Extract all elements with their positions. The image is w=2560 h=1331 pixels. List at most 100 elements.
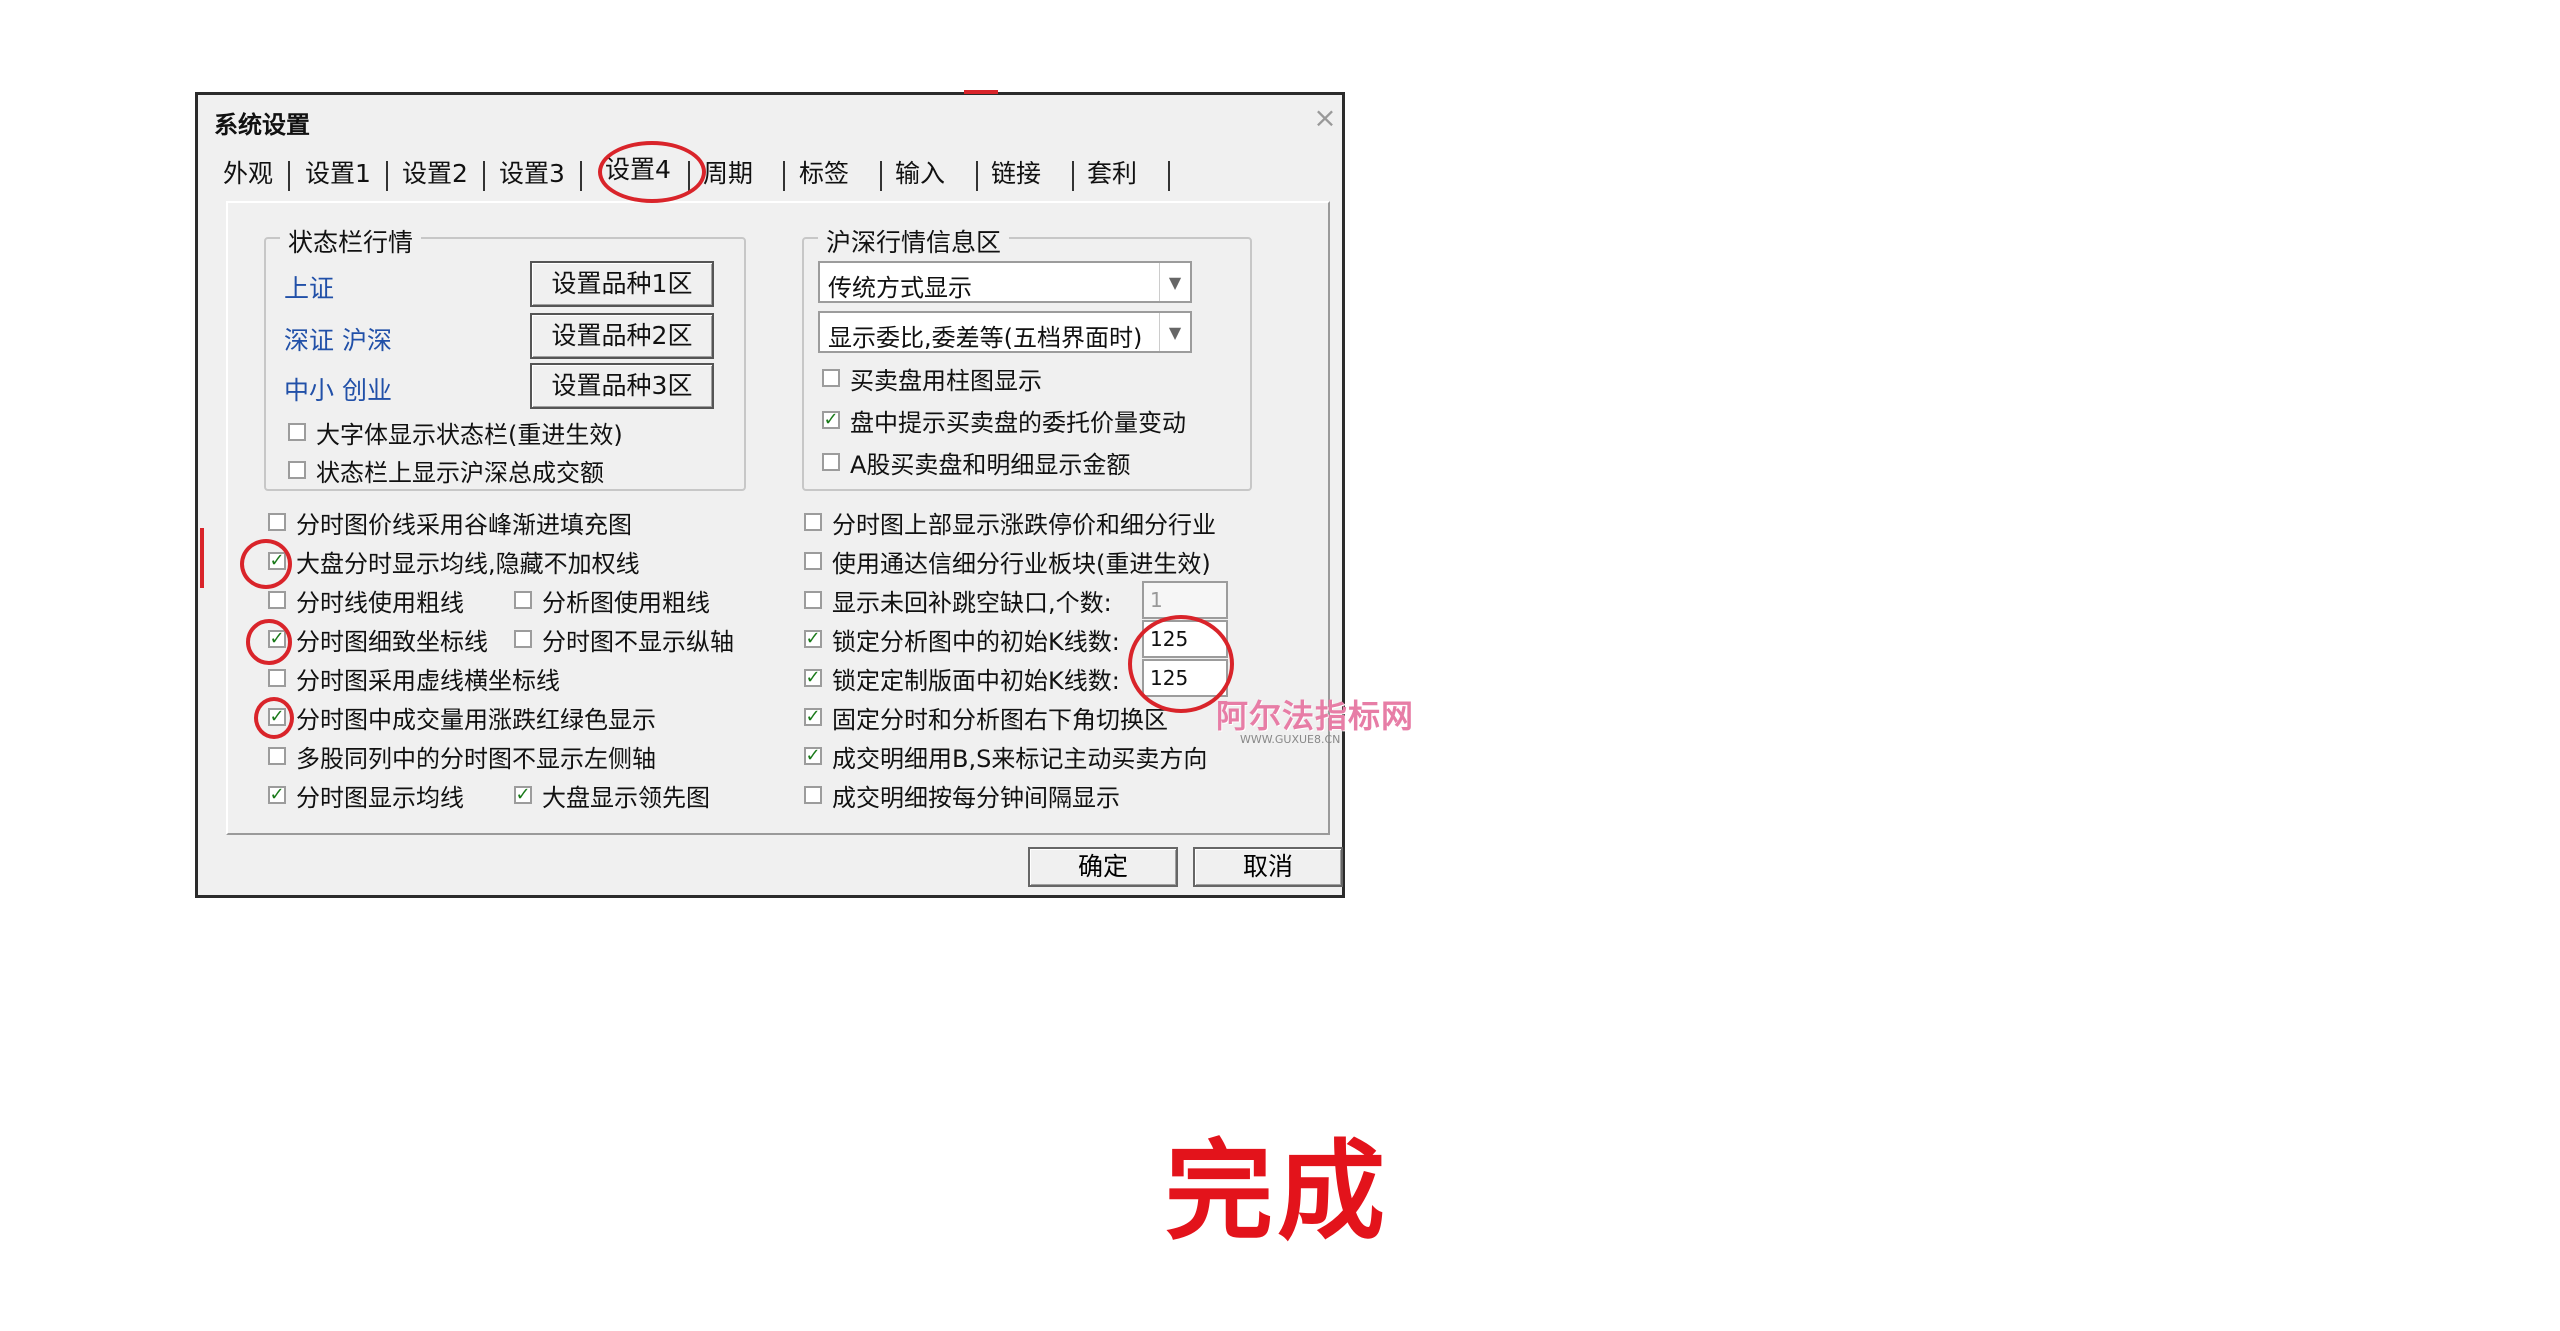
checkbox-checked[interactable]: ✓ bbox=[804, 630, 822, 648]
tab-arbitrage[interactable]: 套利 bbox=[1082, 155, 1142, 193]
tab-panel: 状态栏行情 上证 设置品种1区 深证 沪深 设置品种2区 中小 创业 设置品种3… bbox=[226, 201, 1413, 835]
gap-count-option[interactable]: 显示未回补跳空缺口,个数: bbox=[804, 585, 1112, 617]
tab-separator bbox=[386, 161, 388, 191]
show-avg-line-option[interactable]: ✓ 分时图显示均线 bbox=[268, 780, 464, 812]
checkbox[interactable] bbox=[268, 747, 286, 765]
checkbox-checked[interactable]: ✓ bbox=[804, 708, 822, 726]
option-label: 大盘分时显示均线,隐藏不加权线 bbox=[296, 549, 640, 578]
fine-gridline-option[interactable]: ✓ 分时图细致坐标线 bbox=[268, 624, 488, 656]
option-label: 分析图使用粗线 bbox=[542, 588, 710, 617]
checkbox[interactable] bbox=[268, 513, 286, 531]
checkbox[interactable] bbox=[268, 669, 286, 687]
dashed-gridline-option[interactable]: 分时图采用虚线横坐标线 bbox=[268, 663, 560, 695]
intraday-order-change-option[interactable]: ✓ 盘中提示买卖盘的委托价量变动 bbox=[822, 405, 1186, 437]
checkbox[interactable] bbox=[268, 591, 286, 609]
checkbox[interactable] bbox=[804, 513, 822, 531]
thick-timeline-option[interactable]: 分时线使用粗线 bbox=[268, 585, 464, 617]
option-label: 大盘显示领先图 bbox=[542, 783, 710, 812]
checkbox[interactable] bbox=[288, 461, 306, 479]
peak-fill-option[interactable]: 分时图价线采用谷峰渐进填充图 bbox=[268, 507, 632, 539]
set-variety-zone-2-button[interactable]: 设置品种2区 bbox=[530, 313, 714, 359]
chevron-down-icon[interactable]: ▼ bbox=[1159, 263, 1190, 301]
checkbox-checked[interactable]: ✓ bbox=[514, 786, 532, 804]
annotation-circle bbox=[1128, 615, 1234, 713]
show-total-turnover-option[interactable]: 状态栏上显示沪深总成交额 bbox=[288, 455, 604, 487]
tab-settings-1[interactable]: 设置1 bbox=[296, 155, 380, 193]
option-label: A股买卖盘和明细显示金额 bbox=[850, 450, 1131, 479]
status-label-smallcap: 中小 创业 bbox=[284, 376, 392, 405]
annotation-circle bbox=[598, 141, 706, 203]
checkbox-checked[interactable]: ✓ bbox=[804, 669, 822, 687]
close-icon[interactable]: × bbox=[1310, 101, 1340, 134]
leading-chart-option[interactable]: ✓ 大盘显示领先图 bbox=[514, 780, 710, 812]
status-label-shanghai: 上证 bbox=[284, 274, 335, 303]
select-value: 显示委比,委差等(五档界面时) bbox=[828, 324, 1143, 352]
system-settings-dialog: 系统设置 × 外观 设置1 设置2 设置3 设置4 周期 标签 输入 链接 套利… bbox=[195, 92, 1413, 898]
checkbox[interactable] bbox=[822, 369, 840, 387]
thick-analysis-line-option[interactable]: 分析图使用粗线 bbox=[514, 585, 710, 617]
tab-links[interactable]: 链接 bbox=[986, 155, 1046, 193]
select-value: 传统方式显示 bbox=[828, 274, 972, 302]
dialog-title: 系统设置 bbox=[214, 111, 310, 139]
option-label: 使用通达信细分行业板块(重进生效) bbox=[832, 549, 1211, 578]
tab-appearance[interactable]: 外观 bbox=[218, 155, 278, 193]
order-ratio-select[interactable]: 显示委比,委差等(五档界面时) ▼ bbox=[818, 311, 1192, 353]
status-bar-group: 状态栏行情 上证 设置品种1区 深证 沪深 设置品种2区 中小 创业 设置品种3… bbox=[264, 223, 746, 491]
option-label: 买卖盘用柱图显示 bbox=[850, 366, 1042, 395]
checkbox[interactable] bbox=[288, 423, 306, 441]
tab-separator bbox=[288, 161, 290, 191]
volume-color-option[interactable]: ✓ 分时图中成交量用涨跌红绿色显示 bbox=[268, 702, 656, 734]
minute-interval-option[interactable]: 成交明细按每分钟间隔显示 bbox=[804, 780, 1120, 812]
fixed-switch-area-option[interactable]: ✓ 固定分时和分析图右下角切换区 bbox=[804, 702, 1168, 734]
set-variety-zone-3-button[interactable]: 设置品种3区 bbox=[530, 363, 714, 409]
checkbox-checked[interactable]: ✓ bbox=[804, 747, 822, 765]
set-variety-zone-1-button[interactable]: 设置品种1区 bbox=[530, 261, 714, 307]
option-label: 盘中提示买卖盘的委托价量变动 bbox=[850, 408, 1186, 437]
annotation-mark bbox=[200, 528, 204, 588]
market-avg-line-option[interactable]: ✓ 大盘分时显示均线,隐藏不加权线 bbox=[268, 546, 640, 578]
chevron-down-icon[interactable]: ▼ bbox=[1159, 313, 1190, 351]
option-label: 固定分时和分析图右下角切换区 bbox=[832, 705, 1168, 734]
checkbox[interactable] bbox=[804, 786, 822, 804]
hide-vertical-axis-option[interactable]: 分时图不显示纵轴 bbox=[514, 624, 734, 656]
a-share-amount-option[interactable]: A股买卖盘和明细显示金额 bbox=[822, 447, 1131, 479]
checkbox[interactable] bbox=[822, 453, 840, 471]
cancel-button[interactable]: 取消 bbox=[1193, 847, 1343, 887]
option-label: 大字体显示状态栏(重进生效) bbox=[316, 420, 623, 449]
option-label: 成交明细用B,S来标记主动买卖方向 bbox=[832, 744, 1208, 773]
checkbox[interactable] bbox=[514, 630, 532, 648]
tab-labels[interactable]: 标签 bbox=[794, 155, 854, 193]
checkbox[interactable] bbox=[804, 552, 822, 570]
checkbox-checked[interactable]: ✓ bbox=[822, 411, 840, 429]
annotation-circle bbox=[254, 697, 294, 739]
tab-input[interactable]: 输入 bbox=[890, 155, 950, 193]
tab-separator bbox=[783, 161, 785, 191]
ok-button[interactable]: 确定 bbox=[1028, 847, 1178, 887]
option-label: 显示未回补跳空缺口,个数: bbox=[832, 588, 1112, 617]
display-mode-select[interactable]: 传统方式显示 ▼ bbox=[818, 261, 1192, 303]
limit-price-industry-option[interactable]: 分时图上部显示涨跌停价和细分行业 bbox=[804, 507, 1216, 539]
option-label: 锁定分析图中的初始K线数: bbox=[832, 627, 1120, 656]
gap-count-input[interactable]: 1 bbox=[1142, 581, 1228, 619]
lock-custom-kline-option[interactable]: ✓ 锁定定制版面中初始K线数: bbox=[804, 663, 1120, 695]
watermark-text: 阿尔法指标网 bbox=[1216, 697, 1415, 735]
option-label: 分时线使用粗线 bbox=[296, 588, 464, 617]
tdx-industry-option[interactable]: 使用通达信细分行业板块(重进生效) bbox=[804, 546, 1211, 578]
lock-analysis-kline-option[interactable]: ✓ 锁定分析图中的初始K线数: bbox=[804, 624, 1120, 656]
option-label: 分时图不显示纵轴 bbox=[542, 627, 734, 656]
tab-settings-2[interactable]: 设置2 bbox=[393, 155, 477, 193]
bar-chart-orderbook-option[interactable]: 买卖盘用柱图显示 bbox=[822, 363, 1042, 395]
tab-separator bbox=[976, 161, 978, 191]
checkbox-checked[interactable]: ✓ bbox=[268, 786, 286, 804]
hide-left-axis-option[interactable]: 多股同列中的分时图不显示左侧轴 bbox=[268, 741, 656, 773]
checkbox[interactable] bbox=[514, 591, 532, 609]
bs-mark-option[interactable]: ✓ 成交明细用B,S来标记主动买卖方向 bbox=[804, 741, 1208, 773]
completion-caption: 完成 bbox=[1165, 1129, 1390, 1255]
tab-settings-3[interactable]: 设置3 bbox=[490, 155, 574, 193]
option-label: 分时图上部显示涨跌停价和细分行业 bbox=[832, 510, 1216, 539]
status-bar-group-legend: 状态栏行情 bbox=[280, 223, 422, 259]
tab-period[interactable]: 周期 bbox=[698, 155, 758, 193]
status-label-shenzhen: 深证 沪深 bbox=[284, 326, 392, 355]
checkbox[interactable] bbox=[804, 591, 822, 609]
large-font-status-bar-option[interactable]: 大字体显示状态栏(重进生效) bbox=[288, 417, 623, 449]
